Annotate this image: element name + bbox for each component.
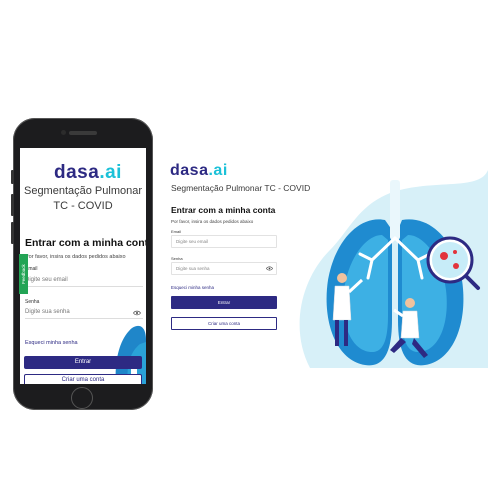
create-account-button[interactable]: Criar uma conta xyxy=(24,374,142,384)
email-label-desktop: Email xyxy=(171,229,182,234)
email-field-desktop[interactable]: Digite seu email xyxy=(171,235,277,248)
phone-speaker xyxy=(69,131,97,135)
password-field-desktop[interactable]: Digite sua senha xyxy=(171,262,277,275)
enter-button-desktop[interactable]: Entrar xyxy=(171,296,277,309)
password-placeholder: Digite sua senha xyxy=(25,309,70,315)
app-subtitle-line2: TC - COVID xyxy=(53,200,113,212)
phone-mute-switch xyxy=(11,170,14,184)
login-heading: Entrar com a minha conta xyxy=(25,237,146,249)
phone-volume-up xyxy=(11,194,14,216)
forgot-password-link-desktop[interactable]: Esqueci minha senha xyxy=(171,285,214,290)
eye-icon[interactable] xyxy=(133,307,141,321)
forgot-password-link[interactable]: Esqueci minha senha xyxy=(25,340,78,346)
feedback-tab[interactable]: Feedback xyxy=(19,254,28,294)
feedback-label: Feedback xyxy=(21,264,26,284)
login-description: Por favor, insira os dados pedidos abaix… xyxy=(25,254,126,260)
email-placeholder-desktop: Digite seu email xyxy=(176,239,209,244)
email-field[interactable]: Digite seu email xyxy=(25,273,143,287)
eye-icon[interactable] xyxy=(266,265,273,276)
email-placeholder: Digite seu email xyxy=(25,277,68,283)
password-field[interactable]: Digite sua senha xyxy=(25,305,143,319)
login-heading-desktop: Entrar com a minha conta xyxy=(171,205,276,215)
front-camera xyxy=(61,130,66,135)
lungs-doctors-illustration xyxy=(299,170,488,368)
brand-logo: dasa.ai xyxy=(54,162,122,183)
home-button xyxy=(71,387,93,409)
phone-volume-down xyxy=(11,222,14,244)
app-subtitle-line1: Segmentação Pulmonar xyxy=(23,185,142,197)
phone-mockup: dasa.ai Segmentação Pulmonar TC - COVID … xyxy=(11,118,153,410)
password-label-desktop: Senha xyxy=(171,256,183,261)
login-description-desktop: Por favor, insira os dados pedidos abaix… xyxy=(171,219,254,224)
brand-logo-desktop: dasa.ai xyxy=(170,162,228,179)
mobile-login-screen: dasa.ai Segmentação Pulmonar TC - COVID … xyxy=(20,148,146,384)
enter-button[interactable]: Entrar xyxy=(24,356,142,369)
create-account-button-desktop[interactable]: Criar uma conta xyxy=(171,317,277,330)
desktop-login-screen: dasa.ai Segmentação Pulmonar TC - COVID … xyxy=(158,152,488,368)
password-placeholder-desktop: Digite sua senha xyxy=(176,266,210,271)
